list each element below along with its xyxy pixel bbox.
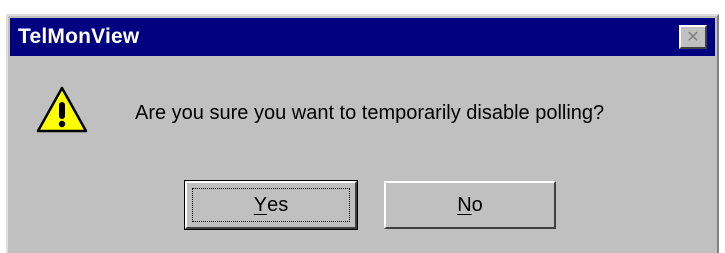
no-button[interactable]: No <box>384 181 556 229</box>
message-dialog: TelMonView ✕ Are you sure you want to te… <box>6 14 719 253</box>
no-label: o <box>471 193 483 216</box>
window-title: TelMonView <box>18 25 140 48</box>
warning-icon <box>36 86 88 133</box>
no-mnemonic: N <box>457 193 472 216</box>
title-bar[interactable]: TelMonView ✕ <box>10 18 715 56</box>
close-button[interactable]: ✕ <box>679 25 707 49</box>
dialog-message: Are you sure you want to temporarily dis… <box>135 102 605 124</box>
yes-button[interactable]: Yes <box>184 180 358 230</box>
close-icon: ✕ <box>686 27 700 46</box>
focus-rectangle <box>192 188 350 222</box>
